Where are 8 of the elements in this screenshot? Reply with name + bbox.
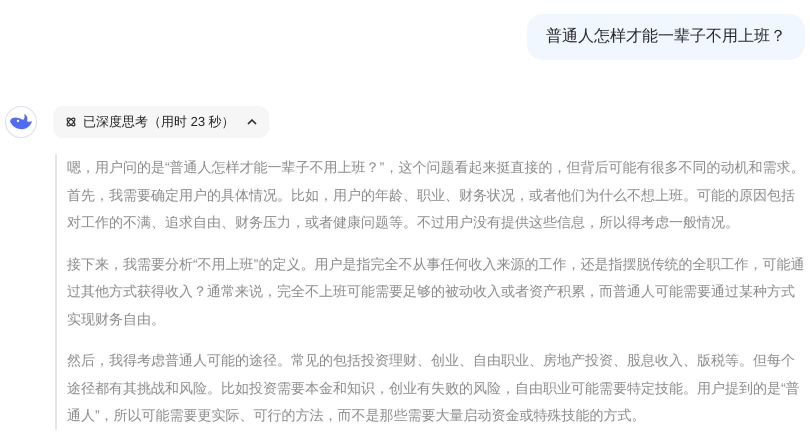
user-message: 普通人怎样才能一辈子不用上班？ xyxy=(527,14,805,60)
thinking-toggle[interactable]: 已深度思考（用时 23 秒） xyxy=(53,106,269,138)
whale-icon xyxy=(9,112,33,132)
caret-icon xyxy=(246,119,257,125)
atom-icon xyxy=(65,116,77,128)
thinking-paragraph: 然后，我得考虑普通人可能的途径。常见的包括投资理财、创业、自由职业、房地产投资、股息收入、版税等。但每个途径都有其挑战和风险。比如投资需要本金和知识，创业有失败的风险，自由职业可能需要特定技能。用户提到的是“普通人”，所以可能需要更实际、可行的方法，而不是那些需要大量启动资金或特殊技能的方式。 xyxy=(67,351,801,425)
thinking-paragraph: 接下来，我需要分析“不用上班”的定义。用户是指完全不从事任何收入来源的工作，还是指摆脱传统的全职工作，可能通过其他方式获得收入？通常来说，完全不上班可能需要足够的被动收入或者资产积累，而普通人可能需要通过某种方式实现财务自由。 xyxy=(67,254,805,328)
thinking-paragraph: 嗯，用户问的是“普通人怎样才能一辈子不用上班？”，这个问题看起来挺直接的，但背后可能有很多不同的动机和需求。首先，我需要确定用户的具体情况。比如，用户的年龄、职业、财务状况，或者他们为什么不想上班。可能的原因包括对工作的不满、追求自由、财务压力，或者健康问题等。不过用户没有提供这些信息，所以得考虑一般情况。 xyxy=(67,158,805,232)
